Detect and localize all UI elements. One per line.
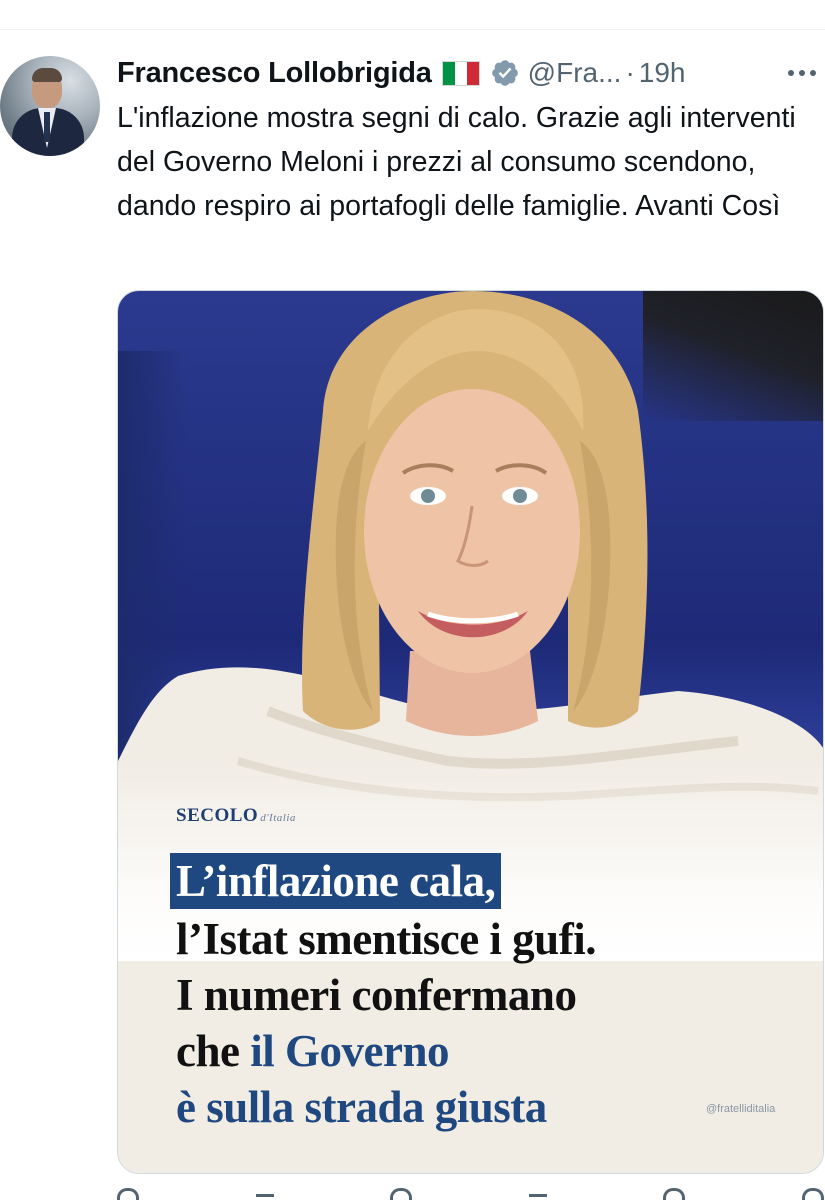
tweet-media-image[interactable]: SECOLO d'Italia L’inflazione cala, l’Ista… [117, 290, 824, 1174]
headline-line-5: è sulla strada giusta [176, 1082, 547, 1132]
logo-sub: d'Italia [260, 812, 296, 824]
tweet-timestamp[interactable]: 19h [639, 57, 686, 89]
avatar-tie [44, 112, 50, 142]
author-handle[interactable]: @Fra... [528, 57, 622, 89]
share-icon[interactable] [801, 1188, 824, 1200]
top-divider [0, 29, 825, 30]
profile-avatar[interactable] [0, 56, 100, 156]
time-separator: · [625, 57, 635, 88]
tweet-header: Francesco Lollobrigida @Fra... · 19h [117, 54, 685, 92]
tweet-text: L'inflazione mostra segni di calo. Grazi… [117, 102, 796, 222]
image-watermark: @fratelliditalia [706, 1103, 776, 1115]
logo-main: SECOLO [176, 805, 259, 826]
retweet-icon[interactable] [390, 1188, 413, 1200]
headline-line-3: I numeri confermano [176, 970, 577, 1020]
headline-line-4-blue: il Governo [250, 1026, 449, 1076]
reply-icon[interactable] [117, 1188, 139, 1200]
verified-badge-icon[interactable] [490, 58, 520, 88]
tweet-action-bar [117, 1188, 824, 1200]
avatar-hair [32, 68, 62, 82]
headline-line-4: che il Governo [176, 1023, 449, 1079]
like-icon[interactable] [663, 1188, 686, 1200]
reply-count-partial [255, 1194, 274, 1200]
italy-flag-icon [441, 60, 480, 86]
retweet-count-partial [528, 1194, 547, 1200]
more-options-icon[interactable] [782, 58, 822, 88]
secolo-logo: SECOLO d'Italia [176, 805, 296, 827]
author-name[interactable]: Francesco Lollobrigida [117, 57, 432, 90]
headline-line-1: L’inflazione cala, [170, 853, 502, 909]
headline-line-4-plain: che [176, 1026, 251, 1076]
headline-line-2: l’Istat smentisce i gufi. [176, 914, 596, 964]
